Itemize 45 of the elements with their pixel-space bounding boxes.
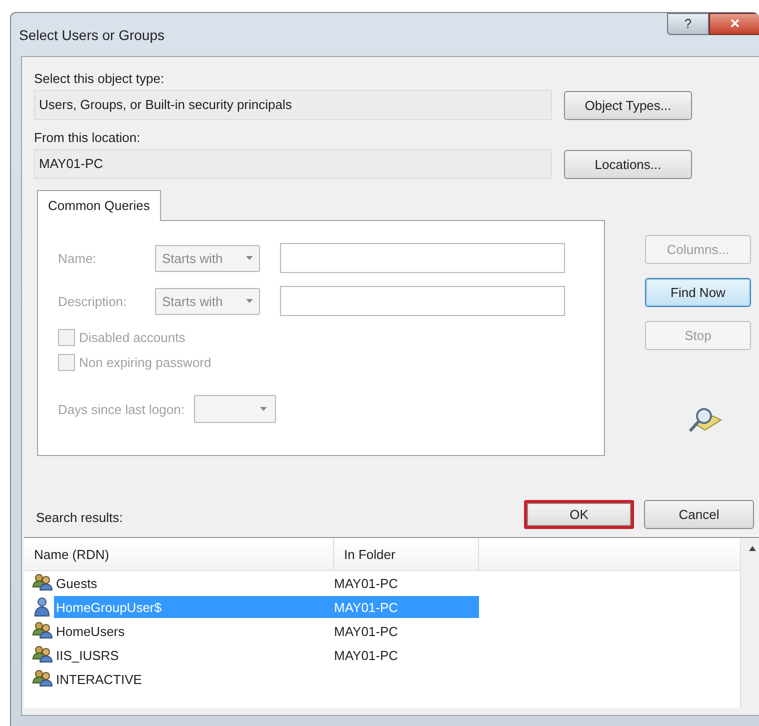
column-header[interactable]: Name (RDN) — [24, 538, 334, 570]
field-label: Description: — [58, 294, 128, 308]
scroll-up-icon[interactable] — [748, 546, 756, 551]
table-cell-text: MAY01-PC — [334, 576, 400, 590]
locations-button[interactable]: Locations... — [564, 150, 692, 178]
user-group-icon — [32, 645, 54, 665]
field-label: Select this object type: — [34, 71, 166, 86]
dialog-button[interactable]: OK — [524, 500, 634, 529]
side-button[interactable]: Find Now — [645, 278, 751, 307]
user-group-icon — [32, 573, 54, 593]
window-title: Select Users or Groups — [19, 26, 164, 42]
caret-icon — [246, 299, 253, 303]
result-row[interactable]: IIS_IUSRS MAY01-PC — [54, 644, 479, 666]
dialog-button[interactable]: Cancel — [644, 500, 754, 529]
object-type-field: Users, Groups, or Built-in security principals — [34, 90, 552, 120]
table-cell-text: MAY01-PC — [334, 600, 400, 614]
input-field[interactable] — [280, 243, 565, 273]
caret-icon — [246, 256, 253, 260]
scrollbar[interactable] — [740, 538, 759, 708]
input-field[interactable] — [280, 286, 565, 316]
section-label: Search results: — [35, 510, 124, 525]
table-cell-text: MAY01-PC — [334, 624, 400, 638]
help-button[interactable]: ? — [667, 13, 709, 35]
checkbox-label: Non expiring password — [79, 355, 212, 370]
table-cell-text: Guests — [55, 576, 98, 590]
field-label: Name: — [58, 250, 98, 266]
caret-icon — [260, 407, 268, 411]
location-field: MAY01-PC — [34, 149, 552, 179]
user-group-icon — [32, 669, 54, 689]
table-cell-text: IIS_IUSRS — [55, 648, 120, 662]
result-row[interactable]: INTERACTIVE — [54, 668, 334, 690]
field-label: From this location: — [34, 130, 142, 145]
column-header[interactable]: In Folder — [334, 538, 479, 570]
checkbox-label: Disabled accounts — [79, 330, 186, 345]
table-cell-text: HomeGroupUser$ — [55, 600, 162, 614]
table-cell-text: HomeUsers — [55, 624, 126, 638]
days-dropdown[interactable] — [194, 395, 276, 423]
tab[interactable]: Common Queries — [37, 190, 161, 221]
table-cell-text: MAY01-PC — [334, 648, 400, 662]
result-row[interactable]: HomeUsers MAY01-PC — [54, 620, 479, 642]
field-label: Days since last logon: — [58, 402, 184, 416]
object-types-button[interactable]: Object Types... — [564, 90, 692, 120]
table-cell-text: INTERACTIVE — [55, 672, 143, 686]
result-row[interactable]: Guests MAY01-PC — [54, 572, 479, 594]
user-group-icon — [32, 621, 54, 641]
